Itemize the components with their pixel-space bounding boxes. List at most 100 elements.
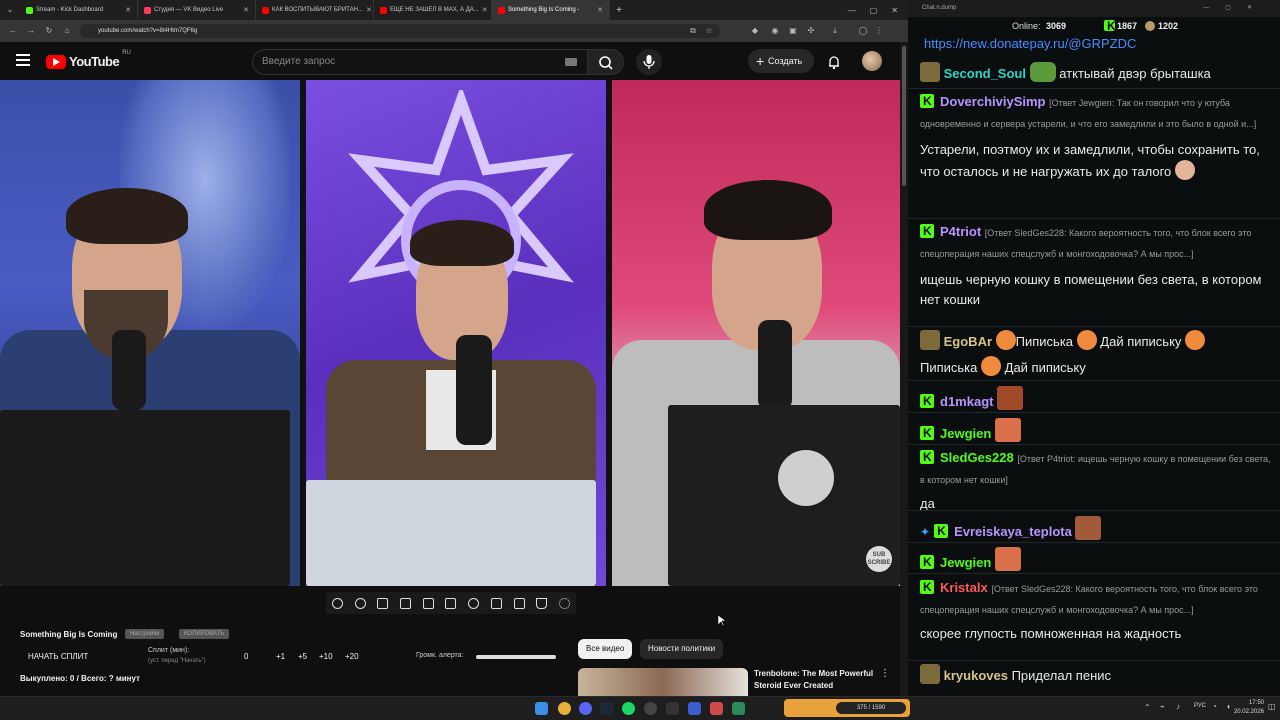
increment-20-button[interactable]: +20 bbox=[345, 652, 359, 661]
tab-search-icon[interactable]: ⌄ bbox=[0, 0, 20, 20]
increment-5-button[interactable]: +5 bbox=[298, 652, 307, 661]
copy-pill[interactable]: КОПИРОВАТЬ bbox=[179, 629, 230, 639]
hamburger-menu-icon[interactable] bbox=[16, 54, 30, 66]
menu-dots-icon[interactable]: ⋮ bbox=[874, 26, 884, 36]
chat-username[interactable]: Kristalx bbox=[940, 580, 988, 595]
spotify-icon[interactable] bbox=[622, 702, 635, 715]
reload-icon[interactable]: ↻ bbox=[44, 26, 54, 36]
recommended-thumbnail[interactable] bbox=[578, 668, 748, 696]
steam-icon[interactable] bbox=[600, 702, 613, 715]
home-icon[interactable]: ⌂ bbox=[62, 26, 72, 36]
minimize-icon[interactable]: — bbox=[848, 6, 856, 15]
increment-1-button[interactable]: +1 bbox=[276, 652, 285, 661]
increment-10-button[interactable]: +10 bbox=[319, 652, 333, 661]
voice-search-button[interactable] bbox=[636, 49, 662, 75]
wifi-icon[interactable]: ◔ bbox=[1212, 702, 1217, 711]
page-scrollbar[interactable] bbox=[900, 42, 908, 696]
close-icon[interactable]: ✕ bbox=[482, 6, 488, 14]
chat-message: P4triot [Ответ SledGes228: Какого вероят… bbox=[920, 221, 1272, 310]
notifications-bell-icon[interactable] bbox=[826, 54, 842, 70]
chrome-icon[interactable] bbox=[558, 702, 571, 715]
language-indicator[interactable]: РУС bbox=[1194, 703, 1206, 709]
tab-youtube-active[interactable]: Something Big Is Coming - ✕ bbox=[492, 0, 610, 20]
media-player-icon[interactable] bbox=[688, 702, 701, 715]
chat-username[interactable]: d1mkagt bbox=[940, 394, 993, 409]
watch-icon[interactable] bbox=[377, 597, 389, 609]
address-bar-row: ← → ↻ ⌂ youtube.com/watch?v=8t4Htm7QF6g … bbox=[0, 20, 908, 42]
keyboard-icon[interactable] bbox=[565, 58, 577, 66]
chat-username[interactable]: EgoBAr bbox=[944, 334, 992, 349]
video-player[interactable]: SUB SCRIBE bbox=[0, 80, 900, 586]
scrollbar-thumb[interactable] bbox=[902, 46, 906, 186]
start-split-button[interactable]: НАЧАТЬ СПЛИТ bbox=[28, 652, 88, 661]
start-icon[interactable] bbox=[535, 702, 548, 715]
loop-icon[interactable] bbox=[331, 597, 343, 609]
download-icon[interactable]: ⤓ bbox=[830, 26, 840, 36]
close-icon[interactable]: ✕ bbox=[366, 6, 372, 14]
close-icon[interactable]: ✕ bbox=[597, 6, 603, 14]
chat-username[interactable]: Evreiskaya_teplota bbox=[954, 524, 1072, 539]
speed-icon[interactable] bbox=[468, 597, 480, 609]
microphone-tray-icon[interactable]: ♪ bbox=[1176, 702, 1180, 711]
picture-in-picture-icon[interactable] bbox=[422, 597, 434, 609]
youtube-logo[interactable]: YouTube RU bbox=[46, 50, 131, 69]
split-value[interactable]: 0 bbox=[244, 652, 248, 661]
app-icon[interactable] bbox=[666, 702, 679, 715]
alert-volume-slider[interactable] bbox=[476, 655, 556, 659]
chip-politics-news[interactable]: Новости политики bbox=[640, 639, 724, 659]
discord-icon[interactable] bbox=[579, 702, 592, 715]
clock[interactable]: 17:50 20.02.2026 bbox=[1228, 699, 1264, 717]
translate-icon[interactable]: ⧉ bbox=[688, 26, 698, 36]
chat-username[interactable]: P4triot bbox=[940, 224, 981, 239]
close-window-icon[interactable]: ✕ bbox=[891, 6, 898, 15]
maximize-icon[interactable]: ▢ bbox=[870, 6, 878, 15]
new-tab-button[interactable]: + bbox=[610, 5, 628, 16]
obs-icon[interactable] bbox=[644, 702, 657, 715]
network-icon[interactable]: ⌁ bbox=[1160, 702, 1165, 711]
extension-icon[interactable]: ◉ bbox=[770, 26, 780, 36]
tray-chevron-icon[interactable]: ⌃ bbox=[1144, 703, 1151, 712]
app-icon[interactable] bbox=[710, 702, 723, 715]
screenshot-icon[interactable] bbox=[513, 597, 525, 609]
forward-icon[interactable]: → bbox=[26, 26, 36, 36]
tab-vk[interactable]: Студия — VK Видео Live ✕ bbox=[138, 0, 256, 20]
extension-icon[interactable]: ◆ bbox=[750, 26, 760, 36]
chat-username[interactable]: Jewgien bbox=[940, 426, 991, 441]
notifications-icon[interactable]: ◫ bbox=[1268, 702, 1276, 711]
broadcast-icon[interactable] bbox=[354, 597, 366, 609]
chat-username[interactable]: kryukoves bbox=[944, 668, 1008, 683]
search-input[interactable]: Введите запрос bbox=[252, 49, 588, 75]
bookmark-icon[interactable]: ☆ bbox=[704, 26, 714, 36]
chat-username[interactable]: DoverchiviySimp bbox=[940, 94, 1046, 109]
extensions-puzzle-icon[interactable]: ✣ bbox=[806, 26, 816, 36]
subscribe-badge[interactable]: SUB SCRIBE bbox=[866, 546, 892, 572]
media-widget[interactable]: 375 / 1590 bbox=[784, 699, 910, 717]
chip-all-videos[interactable]: Все видео bbox=[578, 639, 633, 659]
close-icon[interactable]: ✕ bbox=[243, 6, 249, 14]
tab-youtube-1[interactable]: КАК ВОСПИТЫВАЮТ БРИТАН... ✕ bbox=[256, 0, 374, 20]
donation-link[interactable]: https://new.donatepay.ru/@GRPZDC bbox=[924, 34, 1276, 54]
back-icon[interactable]: ← bbox=[8, 26, 18, 36]
profile-icon[interactable]: ◯ bbox=[858, 26, 868, 36]
clapperboard-icon[interactable] bbox=[400, 597, 412, 609]
tab-kick[interactable]: Stream - Kick Dashboard ✕ bbox=[20, 0, 138, 20]
chat-username[interactable]: Second_Soul bbox=[944, 66, 1026, 81]
more-options-icon[interactable]: ⋮ bbox=[880, 668, 890, 679]
chat-username[interactable]: SledGes228 bbox=[940, 450, 1014, 465]
flask-icon[interactable] bbox=[536, 597, 548, 609]
add-clip-icon[interactable] bbox=[490, 597, 502, 609]
window-controls[interactable]: —▢✕ bbox=[1203, 0, 1268, 17]
app-icon[interactable] bbox=[732, 702, 745, 715]
close-icon[interactable]: ✕ bbox=[125, 6, 131, 14]
extension-icon[interactable]: ▣ bbox=[788, 26, 798, 36]
recommended-title[interactable]: Trenbolone: The Most Powerful Steroid Ev… bbox=[754, 668, 880, 692]
film-icon[interactable] bbox=[445, 597, 457, 609]
settings-pill[interactable]: Настройки bbox=[125, 629, 165, 639]
gear-icon[interactable] bbox=[559, 597, 571, 609]
create-button[interactable]: + Создать bbox=[748, 49, 814, 73]
url-field[interactable]: youtube.com/watch?v=8t4Htm7QF6g bbox=[80, 24, 720, 38]
search-button[interactable] bbox=[588, 49, 624, 75]
chat-username[interactable]: Jewgien bbox=[940, 555, 991, 570]
tab-youtube-2[interactable]: ЕЩЕ НЕ ЗАШЕЛ В MAX, А ДА... ✕ bbox=[374, 0, 492, 20]
avatar[interactable] bbox=[862, 51, 882, 71]
